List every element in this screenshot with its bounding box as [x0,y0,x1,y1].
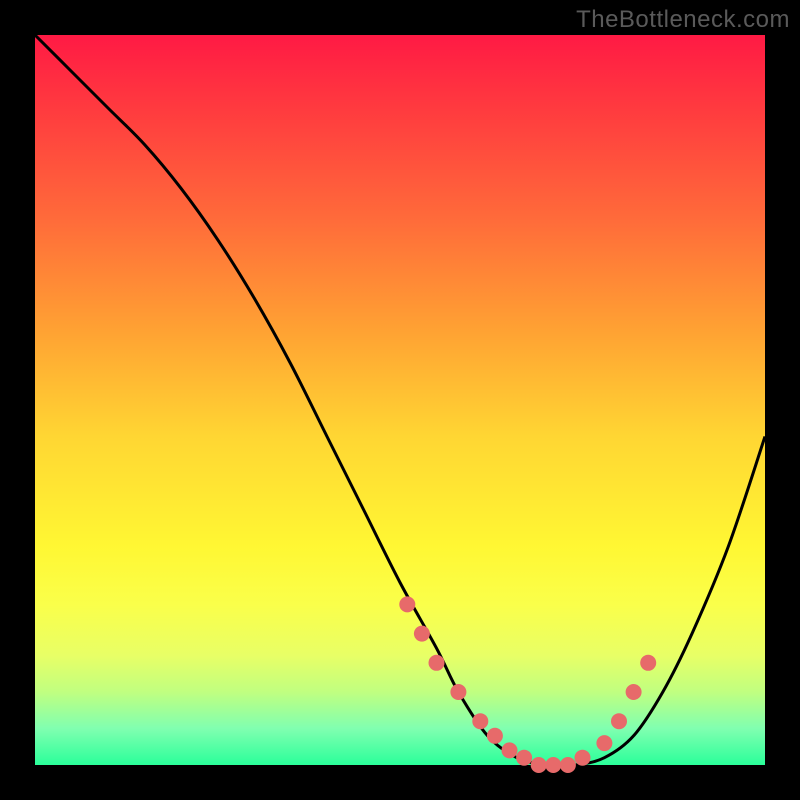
highlight-dot [414,626,430,642]
highlight-dot [450,684,466,700]
highlight-dot [399,596,415,612]
highlight-dot [560,757,576,773]
highlight-dot [575,750,591,766]
plot-area [35,35,765,765]
highlight-dot [640,655,656,671]
chart-svg [35,35,765,765]
highlight-dot [502,742,518,758]
highlight-dot [487,728,503,744]
highlight-dot [626,684,642,700]
highlight-dot [611,713,627,729]
highlight-dot [516,750,532,766]
curve-group [35,35,765,766]
watermark-text: TheBottleneck.com [576,6,790,34]
marker-group [399,596,656,773]
chart-frame: TheBottleneck.com [0,0,800,800]
highlight-dot [531,757,547,773]
highlight-dot [472,713,488,729]
highlight-dot [545,757,561,773]
highlight-dot [429,655,445,671]
bottleneck-curve [35,35,765,766]
highlight-dot [596,735,612,751]
